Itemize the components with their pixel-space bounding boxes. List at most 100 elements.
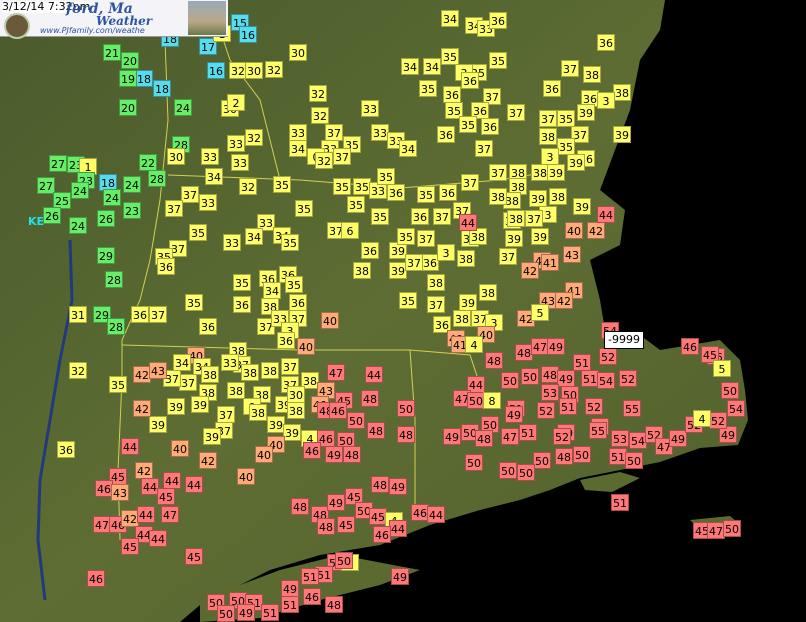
temperature-marker: 49	[389, 478, 407, 495]
temperature-marker: 39	[191, 396, 209, 413]
temperature-marker: 35	[281, 234, 299, 251]
temperature-marker: 37	[179, 374, 197, 391]
temperature-marker: 39	[149, 416, 167, 433]
temperature-marker: 46	[87, 570, 105, 587]
temperature-marker: 49	[557, 370, 575, 387]
temperature-marker: 37	[217, 406, 235, 423]
temperature-marker: 33	[231, 154, 249, 171]
temperature-marker: 35	[557, 110, 575, 127]
temperature-marker: 38	[583, 66, 601, 83]
temperature-marker: 44	[121, 438, 139, 455]
temperature-marker: 32	[309, 85, 327, 102]
temperature-marker: 30	[167, 148, 185, 165]
temperature-marker: 37	[507, 104, 525, 121]
temperature-marker: 52	[709, 412, 727, 429]
temperature-marker: 33	[199, 194, 217, 211]
temperature-marker: 35	[109, 376, 127, 393]
temperature-marker: 37	[165, 200, 183, 217]
temperature-marker: 37	[281, 358, 299, 375]
temperature-marker: 54	[597, 372, 615, 389]
temperature-marker: 37	[405, 254, 423, 271]
temperature-marker: 42	[133, 400, 151, 417]
temperature-marker: 39	[577, 104, 595, 121]
temperature-marker: 26	[97, 210, 115, 227]
temperature-marker: 34	[263, 282, 281, 299]
temperature-marker: 50	[335, 552, 353, 569]
temperature-marker: 50	[533, 452, 551, 469]
temperature-marker: 50	[723, 520, 741, 537]
temperature-marker: 48	[475, 430, 493, 447]
temperature-marker: 30	[289, 44, 307, 61]
temperature-marker: 38	[457, 250, 475, 267]
temperature-marker: 36	[489, 12, 507, 29]
temperature-marker: 35	[273, 176, 291, 193]
temperature-marker: 42	[199, 452, 217, 469]
temperature-marker: 37	[561, 60, 579, 77]
logo-seal-icon	[4, 13, 30, 39]
temperature-marker: 51	[573, 354, 591, 371]
temperature-marker: 5	[531, 304, 549, 321]
temperature-marker: 38	[353, 262, 371, 279]
temperature-marker: 24	[71, 182, 89, 199]
temperature-marker: 42	[587, 222, 605, 239]
temperature-marker: 24	[174, 99, 192, 116]
temperature-marker: 46	[681, 338, 699, 355]
temperature-marker: 37	[417, 230, 435, 247]
temperature-marker: 50	[499, 462, 517, 479]
temperature-marker: 38	[489, 188, 507, 205]
temperature-marker: 37	[499, 248, 517, 265]
temperature-marker: 46	[329, 402, 347, 419]
temperature-marker: 44	[459, 214, 477, 231]
temperature-marker: 33	[221, 354, 239, 371]
temperature-marker: 36	[199, 318, 217, 335]
temperature-marker: 46	[303, 442, 321, 459]
temperature-marker: 53	[611, 430, 629, 447]
temperature-marker: 37	[539, 110, 557, 127]
brand-url: www.PJfamily.com/weathe	[40, 26, 145, 35]
temperature-marker: 51	[261, 604, 279, 621]
temperature-marker: 35	[489, 52, 507, 69]
temperature-marker: 45	[157, 488, 175, 505]
temperature-marker: 52	[585, 398, 603, 415]
temperature-marker: 50	[517, 464, 535, 481]
temperature-marker: 33	[201, 148, 219, 165]
temperature-marker: 49	[443, 428, 461, 445]
temperature-marker: 36	[597, 34, 615, 51]
temperature-marker: 34	[423, 58, 441, 75]
temperature-marker: 44	[149, 530, 167, 547]
temperature-marker: 46	[303, 588, 321, 605]
temperature-marker: 37	[475, 140, 493, 157]
temperature-marker: 43	[563, 246, 581, 263]
temperature-marker: 29	[97, 247, 115, 264]
temperature-marker: 36	[543, 80, 561, 97]
temperature-marker: 40	[565, 222, 583, 239]
temperature-marker: 30	[287, 386, 305, 403]
temperature-marker: 24	[69, 217, 87, 234]
temperature-marker: 52	[537, 402, 555, 419]
temperature-marker: 39	[613, 126, 631, 143]
temperature-marker: 28	[105, 271, 123, 288]
temperature-marker: 35	[441, 48, 459, 65]
temperature-marker: 49	[327, 494, 345, 511]
temperature-marker: 51	[559, 398, 577, 415]
temperature-marker: 38	[549, 188, 567, 205]
temperature-marker: 51	[611, 494, 629, 511]
temperature-marker: 44	[389, 520, 407, 537]
temperature-marker: 50	[573, 446, 591, 463]
temperature-marker: 37	[333, 148, 351, 165]
temperature-marker: 5	[713, 360, 731, 377]
temperature-marker: 27	[49, 155, 67, 172]
temperature-marker: 36	[411, 208, 429, 225]
temperature-marker: 38	[227, 382, 245, 399]
temperature-marker: 36	[361, 242, 379, 259]
temperature-marker: 33	[223, 234, 241, 251]
temperature-marker: 38	[453, 310, 471, 327]
temperature-marker: 38	[201, 366, 219, 383]
temperature-marker: 48	[397, 426, 415, 443]
station-label: KE	[28, 215, 45, 228]
temperature-marker: 40	[237, 468, 255, 485]
temperature-marker: 47	[501, 428, 519, 445]
temperature-marker: 52	[553, 428, 571, 445]
temperature-marker: 48	[325, 596, 343, 613]
temperature-marker: 42	[555, 292, 573, 309]
